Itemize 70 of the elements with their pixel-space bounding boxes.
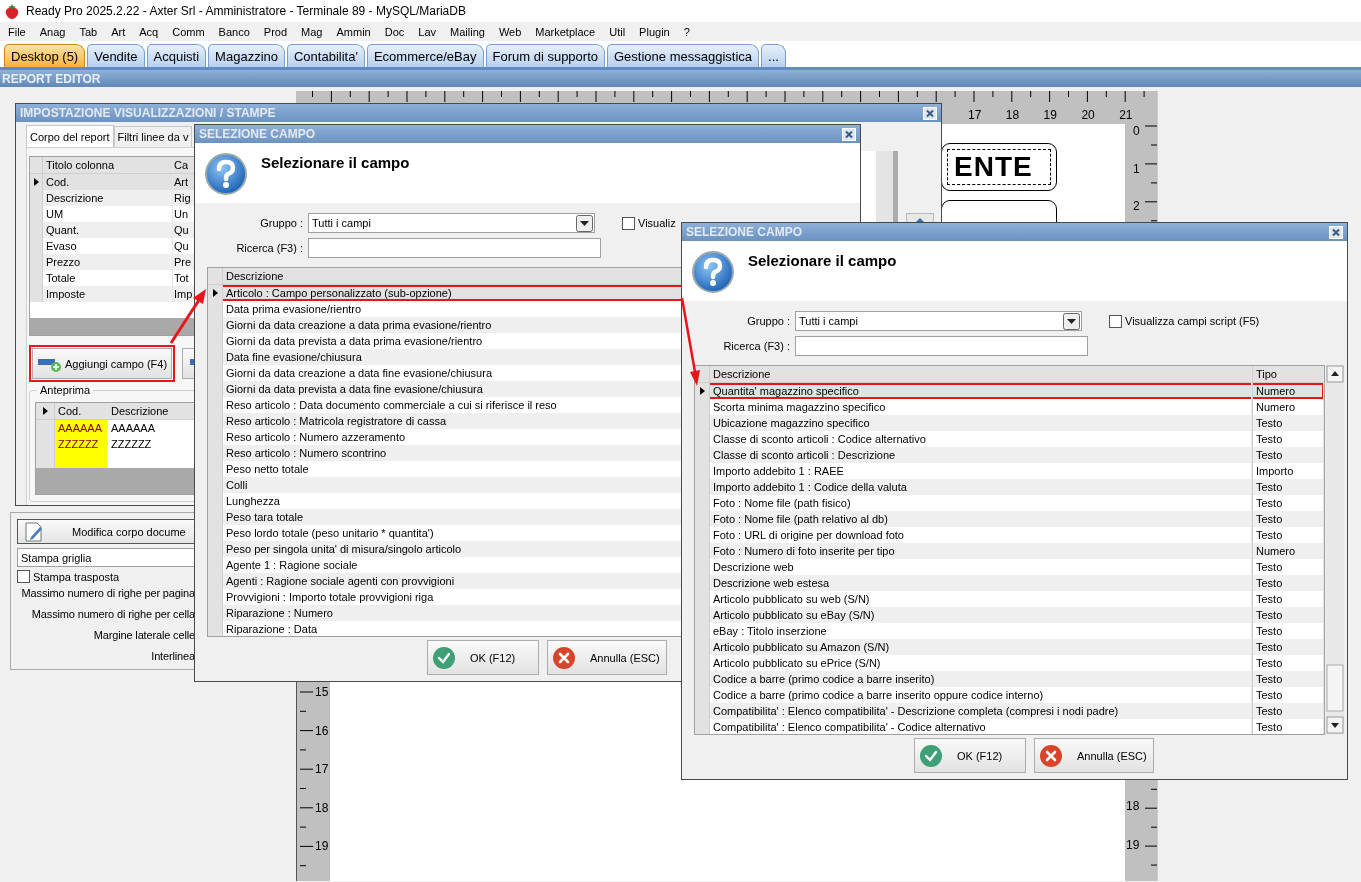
- table-cell: ZZZZZZ: [55, 436, 108, 452]
- table-cell: Testo: [1252, 639, 1324, 655]
- checkbox-label: Visualizza campi script (F5): [1125, 315, 1260, 327]
- field-label: Massimo numero di righe per pagina: [20, 586, 195, 601]
- window-title: Ready Pro 2025.2.22 - Axter Srl - Amministratore - Terminale 89 - MySQL/MariaDB: [26, 4, 466, 18]
- table-cell: Ubicazione magazzino specifico: [710, 415, 1252, 431]
- field-label: Margine laterale celle: [92, 628, 195, 643]
- field-label: Gruppo :: [259, 217, 304, 229]
- field-label: Ricerca (F3) :: [722, 340, 791, 352]
- table-cell: Quant.: [43, 222, 173, 238]
- table-cell: Articolo pubblicato su Amazon (S/N): [710, 639, 1252, 655]
- ruler-number: 20: [1081, 108, 1095, 122]
- window-title: SELEZIONE CAMPO: [199, 127, 315, 141]
- group-title: Anteprima: [39, 384, 92, 396]
- table-cell: Testo: [1252, 447, 1324, 463]
- ruler-number: 19: [1126, 837, 1140, 852]
- report-title: ENTE: [954, 151, 1033, 183]
- table-cell: Testo: [1252, 479, 1324, 495]
- ruler-number: 19: [315, 839, 329, 854]
- field-label: Gruppo :: [746, 315, 791, 327]
- ruler-number: 18: [1126, 799, 1140, 813]
- column-header: Descrizione: [710, 366, 1252, 382]
- table-cell: Articolo pubblicato su eBay (S/N): [710, 607, 1252, 623]
- ruler-number: 16: [315, 723, 329, 738]
- table-cell: Prezzo: [43, 254, 173, 270]
- window-title: SELEZIONE CAMPO: [686, 225, 802, 239]
- table-cell: Numero: [1252, 383, 1324, 399]
- ruler-number: 21: [1119, 108, 1133, 122]
- ruler-number: 1: [1133, 161, 1140, 176]
- table-cell: Testo: [1252, 511, 1324, 527]
- dropdown-value: Tutti i campi: [312, 217, 371, 229]
- table-cell: Descrizione: [43, 190, 173, 206]
- ruler-number: 15: [315, 685, 329, 699]
- window-title: IMPOSTAZIONE VISUALIZZAZIONI / STAMPE: [20, 106, 276, 120]
- ruler-number: 18: [1005, 108, 1020, 122]
- table-cell: Codice a barre (primo codice a barre inserito): [710, 671, 1252, 687]
- ruler-number: 17: [968, 108, 982, 122]
- ruler-number: 0: [1133, 124, 1140, 138]
- ruler-number: 2: [1133, 199, 1140, 214]
- checkbox-label: Stampa trasposta: [33, 570, 120, 583]
- table-cell: Testo: [1252, 719, 1324, 734]
- dialog-heading: Selezionare il campo: [748, 252, 897, 269]
- column-header: Titolo colonna: [43, 157, 173, 173]
- table-cell: Testo: [1252, 415, 1324, 431]
- ruler-number: 19: [1043, 108, 1057, 122]
- ruler-number: 18: [315, 800, 329, 815]
- dialog-heading: Selezionare il campo: [261, 154, 410, 171]
- table-cell: Compatibilita' : Elenco compatibilita' - Codice alternativo: [710, 719, 1252, 734]
- table-cell: Compatibilita' : Elenco compatibilita' - Descrizione completa (compresi i nodi padre): [710, 703, 1252, 719]
- checkbox-label: Visualiz: [638, 217, 676, 229]
- field-label: Interlinea: [150, 649, 195, 664]
- field-label: Ricerca (F3) :: [235, 242, 304, 254]
- table-cell: Descrizione web estesa: [710, 575, 1252, 591]
- column-header: Cod.: [55, 403, 108, 419]
- table-cell: Testo: [1252, 575, 1324, 591]
- table-cell: Importo addebito 1 : Codice della valuta: [710, 479, 1252, 495]
- table-cell: Testo: [1252, 607, 1324, 623]
- table-cell: Testo: [1252, 703, 1324, 719]
- field-label: Massimo numero di righe per cella: [30, 607, 195, 622]
- section-title-bar: REPORT EDITOR: [0, 70, 1361, 87]
- table-cell: Imposte: [43, 286, 173, 302]
- table-cell: Foto : Numero di foto inserite per tipo: [710, 543, 1252, 559]
- ruler-number: 17: [315, 762, 329, 777]
- table-cell: Classe di sconto articoli : Descrizione: [710, 447, 1252, 463]
- table-cell: Foto : Nome file (path relativo al db): [710, 511, 1252, 527]
- table-cell: Numero: [1252, 543, 1324, 559]
- table-cell: AAAAAA: [55, 420, 108, 436]
- column-header: Tipo: [1252, 366, 1324, 382]
- table-cell: Quantita' magazzino specifico: [710, 383, 1252, 399]
- table-cell: Testo: [1252, 671, 1324, 687]
